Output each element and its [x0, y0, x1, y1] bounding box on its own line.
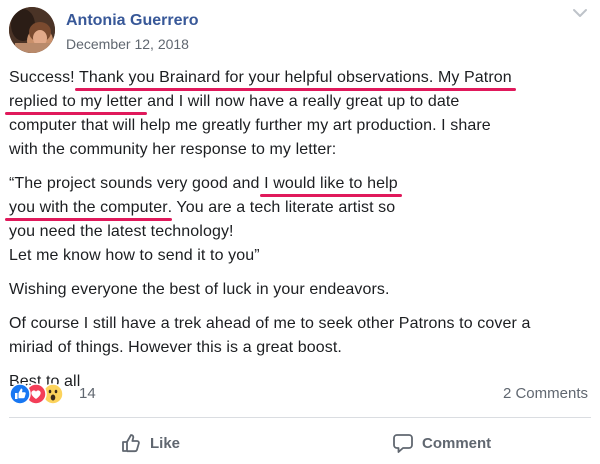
- text-line: computer that will help me greatly furth…: [9, 117, 491, 134]
- text-segment: and I will now have a really great up to…: [142, 93, 460, 110]
- comments-count-link[interactable]: 2 Comments: [503, 385, 588, 402]
- highlighted-text: replied to my letter: [9, 93, 143, 110]
- like-label: Like: [150, 434, 181, 452]
- avatar[interactable]: [9, 7, 55, 53]
- like-button[interactable]: Like: [120, 430, 180, 456]
- text-line: you with the computer. You are a tech li…: [9, 196, 594, 220]
- comment-button[interactable]: Comment: [392, 430, 491, 456]
- text-line: “The project sounds very good and I woul…: [9, 172, 594, 196]
- text-line: Success! Thank you Brainard for your hel…: [9, 66, 594, 90]
- text-segment: . You are a tech literate artist so: [167, 199, 396, 216]
- paragraph-4: Of course I still have a trek ahead of m…: [9, 312, 594, 360]
- post-card: Antonia Guerrero December 12, 2018 Succe…: [0, 0, 600, 464]
- thumbs-up-icon: [122, 434, 140, 453]
- post-date[interactable]: December 12, 2018: [66, 36, 189, 52]
- text-segment: Success!: [9, 69, 79, 86]
- text-line: Let me know how to send it to you”: [9, 247, 260, 264]
- text-line: replied to my letter and I will now have…: [9, 90, 594, 114]
- paragraph-2-quote: “The project sounds very good and I woul…: [9, 172, 594, 268]
- highlighted-text: you with the computer: [9, 199, 168, 216]
- paragraph-1: Success! Thank you Brainard for your hel…: [9, 66, 594, 162]
- text-line: Wishing everyone the best of luck in you…: [9, 281, 390, 298]
- text-line: miriad of things. However this is a grea…: [9, 339, 342, 356]
- highlighted-text: I would like to help: [264, 175, 398, 192]
- chevron-down-icon[interactable]: [570, 6, 590, 22]
- author-name[interactable]: Antonia Guerrero: [66, 12, 198, 30]
- paragraph-3: Wishing everyone the best of luck in you…: [9, 278, 594, 302]
- highlighted-text: Thank you Brainard for your helpful obse…: [78, 69, 512, 86]
- like-icon: [9, 383, 31, 405]
- text-line: Of course I still have a trek ahead of m…: [9, 315, 531, 332]
- text-line: you need the latest technology!: [9, 223, 234, 240]
- divider: [9, 417, 591, 418]
- reaction-count[interactable]: 14: [79, 385, 96, 402]
- text-segment: “The project sounds very good and: [9, 175, 265, 192]
- post-text: Success! Thank you Brainard for your hel…: [9, 66, 594, 394]
- avatar-photo: [9, 7, 55, 53]
- comment-label: Comment: [422, 434, 492, 452]
- text-line: with the community her response to my le…: [9, 141, 337, 158]
- speech-bubble-icon: [393, 434, 413, 453]
